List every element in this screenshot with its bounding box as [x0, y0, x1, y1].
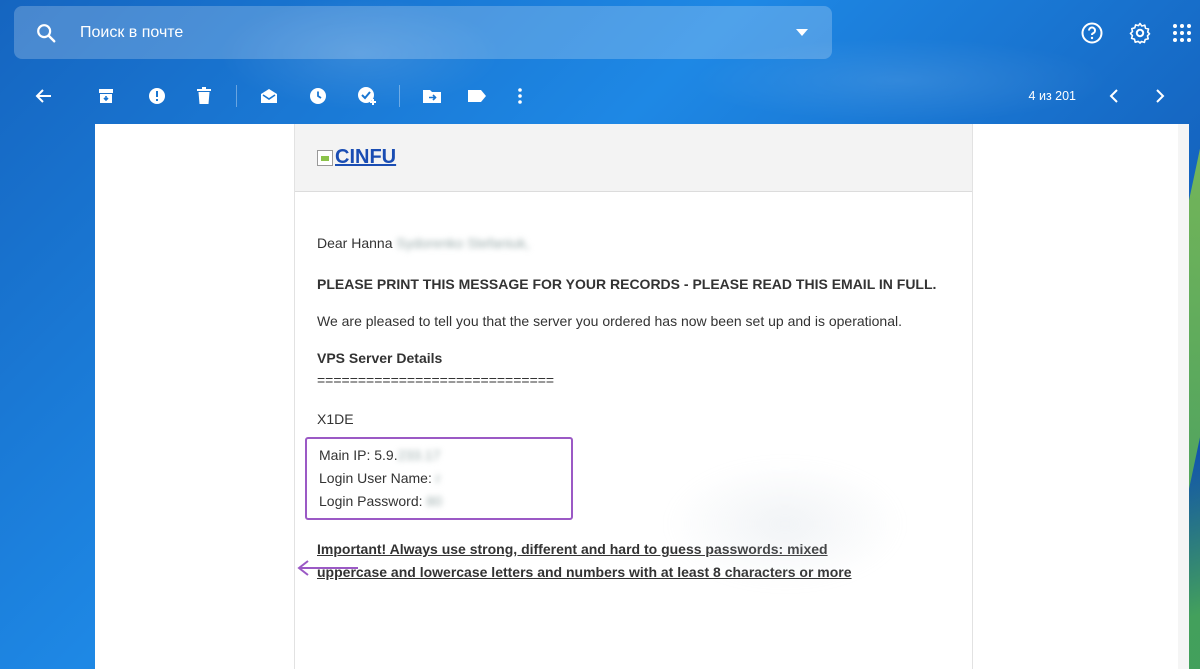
dropdown-caret-icon[interactable]: [782, 6, 822, 59]
redacted-blur-area: [665, 459, 905, 589]
more-icon[interactable]: [500, 76, 540, 116]
login-password-redacted: 80: [426, 493, 442, 509]
email-header: CINFU: [295, 124, 972, 192]
login-user-row: Login User Name: r: [319, 467, 559, 490]
delete-icon[interactable]: [184, 76, 224, 116]
email-content-pane: CINFU Dear Hanna Sydorenko Stefaniuk, PL…: [95, 124, 1189, 669]
credentials-highlight-box: Main IP: 5.9.233.17 Login User Name: r L…: [305, 437, 573, 520]
archive-icon[interactable]: [86, 76, 126, 116]
toolbar-divider: [399, 85, 400, 107]
intro-paragraph: We are pleased to tell you that the serv…: [317, 313, 902, 329]
next-icon[interactable]: [1140, 76, 1180, 116]
server-name: X1DE: [317, 411, 354, 427]
login-password-row: Login Password: 80: [319, 490, 559, 513]
search-icon[interactable]: [20, 6, 72, 59]
pointer-arrow-icon: [297, 560, 358, 576]
search-input[interactable]: Поиск в почте: [80, 24, 782, 42]
separator-line: =============================: [317, 372, 555, 388]
main-ip-label: Main IP: 5.9.: [319, 447, 398, 463]
login-user-redacted: r: [435, 470, 441, 486]
login-user-label: Login User Name:: [319, 470, 432, 486]
greeting-redacted-name: Sydorenko Stefaniuk,: [396, 235, 530, 251]
section-title: VPS Server Details: [317, 350, 443, 366]
pagination: 4 из 201: [1029, 68, 1180, 124]
main-ip-row: Main IP: 5.9.233.17: [319, 444, 559, 467]
top-icons: [1068, 6, 1200, 59]
main-ip-redacted: 233.17: [397, 447, 441, 463]
search-bar[interactable]: Поиск в почте: [14, 6, 832, 59]
top-bar: Поиск в почте: [0, 0, 1200, 68]
report-spam-icon[interactable]: [137, 76, 177, 116]
cinfu-logo-link[interactable]: CINFU: [317, 146, 396, 169]
previous-icon[interactable]: [1094, 76, 1134, 116]
print-notice-heading: PLEASE PRINT THIS MESSAGE FOR YOUR RECOR…: [317, 276, 937, 292]
apps-grid-icon[interactable]: [1164, 9, 1200, 57]
toolbar-divider: [236, 85, 237, 107]
settings-gear-icon[interactable]: [1116, 9, 1164, 57]
help-icon[interactable]: [1068, 9, 1116, 57]
move-to-icon[interactable]: [412, 76, 452, 116]
greeting: Dear Hanna Sydorenko Stefaniuk,: [317, 232, 950, 255]
label-icon[interactable]: [457, 76, 497, 116]
snooze-icon[interactable]: [298, 76, 338, 116]
back-arrow-icon[interactable]: [24, 76, 64, 116]
greeting-text: Dear Hanna: [317, 235, 393, 251]
message-count: 4 из 201: [1028, 89, 1076, 103]
login-password-label: Login Password:: [319, 493, 423, 509]
email-message: CINFU Dear Hanna Sydorenko Stefaniuk, PL…: [294, 124, 973, 669]
add-task-icon[interactable]: [347, 76, 387, 116]
broken-image-icon: [317, 149, 333, 166]
email-toolbar: 4 из 201: [0, 68, 1200, 124]
scrollbar[interactable]: [1178, 124, 1189, 669]
logo-alt-text: CINFU: [335, 146, 397, 168]
mark-unread-icon[interactable]: [249, 76, 289, 116]
